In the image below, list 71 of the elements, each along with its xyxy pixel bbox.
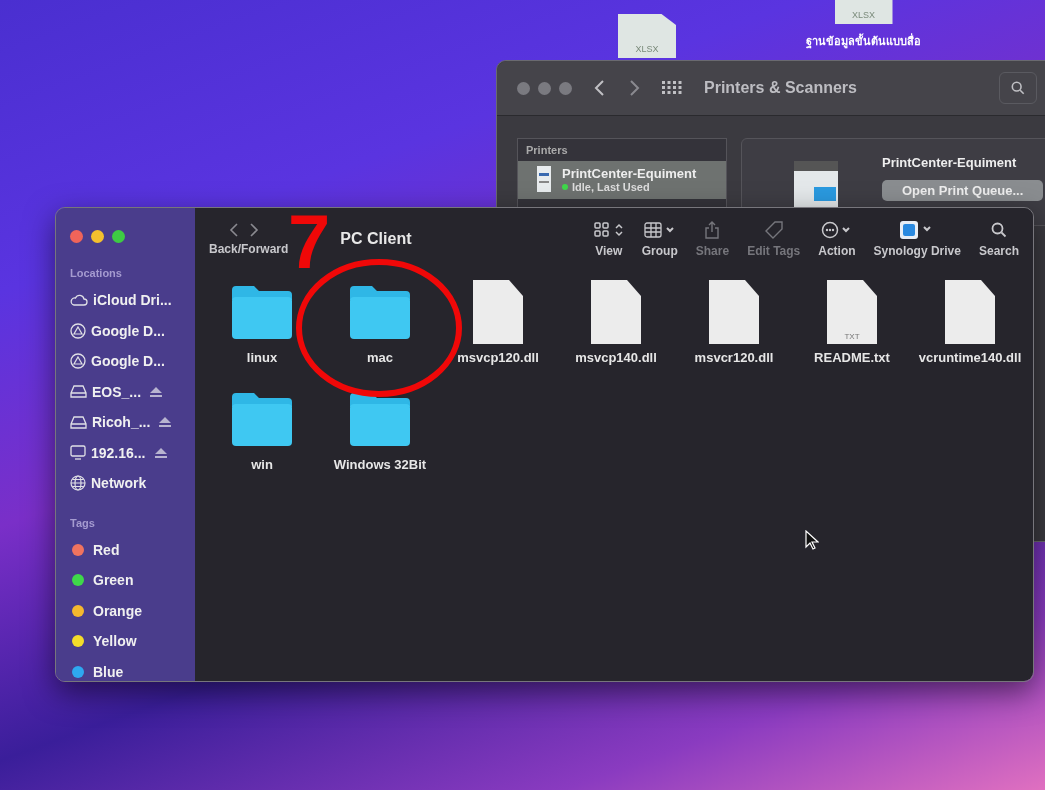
group-icon — [643, 222, 676, 238]
forward-button[interactable] — [249, 222, 259, 238]
share-icon — [705, 221, 720, 239]
cloud-icon — [70, 294, 88, 307]
sidebar-item[interactable]: Ricoh_... — [70, 407, 195, 438]
globe-icon — [70, 475, 86, 492]
back-icon[interactable] — [594, 79, 606, 97]
document-icon — [473, 280, 523, 344]
view-tool[interactable]: View — [593, 220, 624, 258]
close-button[interactable] — [70, 230, 83, 243]
zoom-button[interactable] — [559, 81, 572, 95]
more-icon — [820, 221, 853, 239]
sidebar-item[interactable]: EOS_... — [70, 376, 195, 407]
sidebar-item[interactable]: Google D... — [70, 315, 195, 346]
sidebar-item[interactable]: Google D... — [70, 346, 195, 377]
printer-status: Idle, Last Used — [572, 180, 650, 193]
section-header: Tags — [70, 516, 96, 529]
search-icon — [1011, 81, 1025, 95]
document-icon — [945, 280, 995, 344]
document-icon — [709, 280, 759, 344]
text-file-icon: TXT — [827, 280, 877, 344]
file-name[interactable]: win — [251, 457, 273, 472]
sidebar-item[interactable]: 192.16... — [70, 437, 195, 468]
search-button[interactable] — [999, 72, 1037, 104]
group-tool[interactable]: Group — [641, 220, 678, 258]
nav-label: Back/Forward — [209, 242, 289, 256]
zoom-button[interactable] — [112, 230, 125, 243]
file-name[interactable]: vcruntime140.dll — [918, 350, 1022, 365]
eject-icon[interactable] — [154, 447, 167, 458]
close-button[interactable] — [517, 81, 530, 95]
eject-icon[interactable] — [159, 417, 172, 428]
tag-item[interactable]: Green — [70, 565, 195, 596]
printer-icon — [536, 165, 552, 193]
monitor-icon — [70, 445, 86, 461]
tag-item[interactable]: Red — [70, 534, 195, 565]
forward-icon[interactable] — [628, 79, 640, 97]
list-header: Printers — [525, 143, 569, 158]
sidebar-item[interactable]: iCloud Dri... — [70, 285, 195, 316]
file-name[interactable]: msvcr120.dll — [694, 350, 774, 365]
search-icon — [991, 222, 1007, 238]
minimize-button[interactable] — [91, 230, 104, 243]
annotation-number: 7 — [288, 208, 331, 280]
file-name[interactable]: README.txt — [814, 350, 890, 365]
document-icon — [591, 280, 641, 344]
section-header: Locations — [70, 267, 123, 279]
search-tool[interactable]: Search — [978, 220, 1019, 258]
action-tool[interactable]: Action — [818, 220, 856, 258]
file-name[interactable]: msvcp140.dll — [575, 350, 657, 365]
drive-tool[interactable]: Synology Drive — [873, 220, 961, 258]
tag-item[interactable]: Orange — [70, 595, 195, 626]
back-button[interactable] — [229, 222, 239, 238]
tag-icon — [764, 221, 783, 239]
printer-name: PrintCenter-Equiment — [562, 165, 697, 181]
window-title: PC Client — [340, 230, 412, 248]
status-dot — [562, 183, 568, 190]
minimize-button[interactable] — [538, 81, 551, 95]
sidebar-item[interactable]: Network — [70, 468, 195, 499]
desktop-file-label: ฐานข้อมูลขั้นต้นแบบสื่อ — [806, 32, 921, 50]
eject-icon[interactable] — [150, 386, 163, 397]
tag-item[interactable]: Yellow — [70, 626, 195, 657]
printer-row[interactable]: PrintCenter-Equiment Idle, Last Used — [518, 161, 726, 199]
window-title: Printers & Scanners — [704, 79, 857, 97]
printer-name: PrintCenter-Equiment — [882, 155, 1018, 170]
file-name[interactable]: Windows 32Bit — [333, 457, 427, 472]
grid-icon[interactable] — [662, 81, 682, 95]
grid-view-icon — [593, 222, 624, 238]
file-name[interactable]: mac — [367, 350, 393, 365]
file-name[interactable]: linux — [246, 350, 278, 365]
pointer-icon — [805, 530, 819, 550]
file-name[interactable]: msvcp120.dll — [457, 350, 539, 365]
tag-item[interactable]: Blue — [70, 656, 195, 681]
